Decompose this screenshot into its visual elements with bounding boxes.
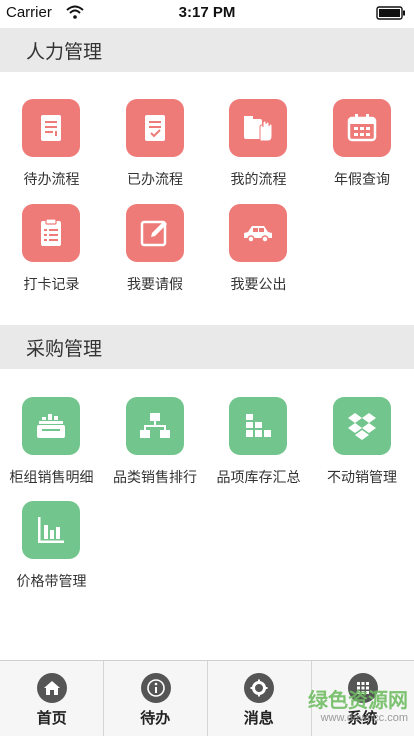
battery-icon (376, 6, 405, 20)
item-label: 我的流程 (230, 172, 287, 188)
menu-item-my-process[interactable]: 我的流程 (207, 99, 310, 199)
stock-blocks-icon (229, 397, 287, 455)
tab-home[interactable]: 首页 (0, 661, 104, 736)
calendar-icon (332, 99, 391, 157)
menu-item-annual-leave[interactable]: 年假查询 (311, 99, 414, 199)
hand-folder-icon (229, 99, 287, 157)
item-label: 我要请假 (127, 277, 183, 293)
watermark-url: www.downcc.com (320, 712, 408, 724)
dropbox-icon (332, 397, 391, 455)
car-icon (229, 204, 287, 262)
item-label: 年假查询 (334, 172, 390, 188)
menu-item-pending-process[interactable]: 待办流程 (0, 99, 103, 199)
watermark-title: 绿色资源网 (308, 688, 408, 712)
item-label: 品类销售排行 (113, 470, 197, 486)
hierarchy-icon (125, 397, 184, 455)
menu-item-counter-sales-detail[interactable]: 柜组销售明细 (0, 397, 103, 497)
info-icon (140, 673, 171, 703)
item-label: 已办流程 (127, 172, 183, 188)
menu-item-business-trip[interactable]: 我要公出 (207, 204, 310, 304)
tab-label: 待办 (140, 709, 171, 727)
section-header-purchase: 采购管理 (0, 325, 414, 369)
tab-pending[interactable]: 待办 (104, 661, 208, 736)
section-header-hr: 人力管理 (0, 28, 414, 72)
item-label: 价格带管理 (16, 574, 87, 590)
pending-doc-icon (22, 99, 80, 157)
item-label: 打卡记录 (23, 277, 80, 293)
tab-label: 首页 (36, 709, 67, 727)
watermark: 绿色资源网 www.downcc.com (268, 684, 408, 732)
menu-item-category-sales-rank[interactable]: 品类销售排行 (104, 397, 207, 497)
section-title: 人力管理 (26, 41, 103, 63)
status-bar: Carrier 3:17 PM (0, 0, 414, 28)
done-doc-icon (125, 99, 184, 157)
menu-item-slow-moving[interactable]: 不动销管理 (311, 397, 414, 497)
item-label: 品项库存汇总 (216, 470, 301, 486)
item-label: 柜组销售明细 (9, 470, 94, 486)
section-title: 采购管理 (26, 338, 103, 360)
menu-item-price-band[interactable]: 价格带管理 (0, 501, 103, 601)
item-label: 待办流程 (23, 172, 80, 188)
clipboard-icon (22, 204, 80, 262)
item-label: 不动销管理 (327, 470, 397, 486)
cabinet-icon (22, 397, 80, 455)
home-icon (37, 673, 67, 703)
menu-item-done-process[interactable]: 已办流程 (104, 99, 207, 199)
edit-icon (125, 204, 184, 262)
menu-item-clock-record[interactable]: 打卡记录 (0, 204, 103, 304)
menu-item-item-stock-summary[interactable]: 品项库存汇总 (207, 397, 310, 497)
status-time: 3:17 PM (178, 4, 236, 21)
bar-chart-icon (22, 501, 80, 559)
item-label: 我要公出 (230, 277, 287, 293)
menu-item-request-leave[interactable]: 我要请假 (104, 204, 207, 304)
